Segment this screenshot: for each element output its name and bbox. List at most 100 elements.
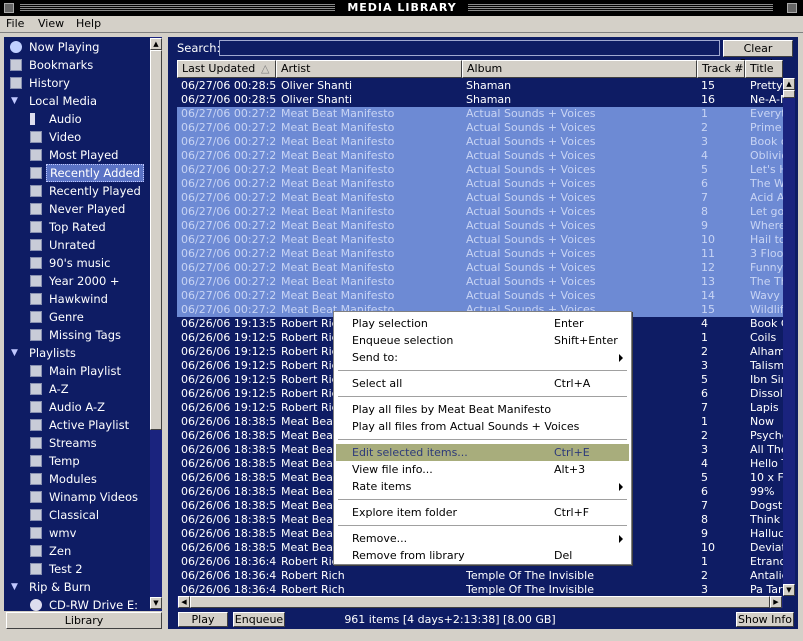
column-header-artist[interactable]: Artist [276, 60, 462, 78]
tree-item[interactable]: Streams [4, 434, 150, 452]
tree-scrollbar[interactable]: ▲ ▼ [150, 37, 162, 611]
tree-item[interactable]: Classical [4, 506, 150, 524]
expand-toggle-icon[interactable]: ▼ [11, 344, 18, 362]
table-row[interactable]: 06/27/06 00:27:20 Meat Beat Manifesto Actu… [177, 149, 783, 163]
context-menu-item[interactable]: Play all files by Meat Beat Manifesto [336, 401, 629, 418]
table-row[interactable]: 06/27/06 00:27:20 Meat Beat Manifesto Actu… [177, 261, 783, 275]
scroll-down-icon[interactable]: ▼ [150, 597, 162, 609]
table-row[interactable]: 06/27/06 00:28:50 Oliver Shanti Shaman 15 Pr… [177, 79, 783, 93]
tree-item[interactable]: 90's music [4, 254, 150, 272]
search-input[interactable] [219, 40, 720, 56]
clear-search-button[interactable]: Clear Search [723, 40, 793, 70]
tree-item-label: Streams [49, 436, 97, 450]
tree-item[interactable]: Top Rated [4, 218, 150, 236]
table-row[interactable]: 06/27/06 00:27:20 Meat Beat Manifesto Actu… [177, 205, 783, 219]
tree-item[interactable]: Test 2 [4, 560, 150, 578]
table-row[interactable]: 06/27/06 00:27:20 Meat Beat Manifesto Actu… [177, 177, 783, 191]
context-menu-item[interactable]: Play selection Enter [336, 315, 629, 332]
context-menu-item[interactable]: Select all Ctrl+A [336, 375, 629, 392]
table-row[interactable]: 06/27/06 00:27:20 Meat Beat Manifesto Actu… [177, 135, 783, 149]
context-menu-item[interactable]: Remove... [336, 530, 629, 547]
tree-item[interactable]: Bookmarks [4, 56, 150, 74]
table-row[interactable]: 06/27/06 00:27:20 Meat Beat Manifesto Actu… [177, 233, 783, 247]
table-row[interactable]: 06/27/06 00:27:20 Meat Beat Manifesto Actu… [177, 191, 783, 205]
expand-toggle-icon[interactable]: ▼ [11, 578, 18, 596]
scroll-up-icon[interactable]: ▲ [150, 38, 162, 50]
tree-item[interactable]: Unrated [4, 236, 150, 254]
tree-item[interactable]: Most Played [4, 146, 150, 164]
context-menu-item[interactable]: Remove from library Del [336, 547, 629, 564]
playlist-icon [30, 311, 42, 323]
tree-item[interactable]: A-Z [4, 380, 150, 398]
tree-item[interactable]: Main Playlist [4, 362, 150, 380]
show-info-button[interactable]: Show Info [736, 612, 794, 627]
context-menu-item[interactable]: Explore item folder Ctrl+F [336, 504, 629, 521]
table-row[interactable]: 06/27/06 00:27:20 Meat Beat Manifesto Actu… [177, 163, 783, 177]
scroll-right-icon[interactable]: ▶ [770, 596, 782, 608]
tree-item[interactable]: Year 2000 + [4, 272, 150, 290]
column-header-last-updated[interactable]: Last Updated △ [177, 60, 276, 78]
table-row[interactable]: 06/27/06 00:27:20 Meat Beat Manifesto Actu… [177, 107, 783, 121]
scroll-down-icon[interactable]: ▼ [783, 584, 795, 596]
tree-item[interactable]: Winamp Videos [4, 488, 150, 506]
tree-item[interactable]: History [4, 74, 150, 92]
context-menu-item[interactable]: View file info... Alt+3 [336, 461, 629, 478]
table-row[interactable]: 06/27/06 00:27:20 Meat Beat Manifesto Actu… [177, 275, 783, 289]
tree-item[interactable]: Modules [4, 470, 150, 488]
expand-toggle-icon[interactable]: ▼ [11, 92, 18, 110]
tree-item[interactable]: Zen [4, 542, 150, 560]
library-button[interactable]: Library [6, 612, 162, 629]
tree-item[interactable]: Active Playlist [4, 416, 150, 434]
table-row[interactable]: 06/26/06 18:36:43 Robert Rich Temple Of Th… [177, 583, 783, 596]
menu-help[interactable]: Help [76, 17, 101, 30]
table-cell: 3 [701, 443, 708, 456]
tree-item[interactable]: ▼ Playlists [4, 344, 150, 362]
scroll-thumb[interactable] [150, 50, 162, 430]
window-menu-icon[interactable] [4, 3, 14, 13]
tree-item[interactable]: Recently Added [4, 164, 150, 182]
tree-item[interactable]: Hawkwind [4, 290, 150, 308]
table-row[interactable]: 06/27/06 00:27:20 Meat Beat Manifesto Actu… [177, 247, 783, 261]
column-header-album[interactable]: Album [462, 60, 697, 78]
table-cell: Book o [750, 135, 783, 148]
tree-item[interactable]: Now Playing [4, 38, 150, 56]
tree-item[interactable]: Video [4, 128, 150, 146]
list-horizontal-scrollbar[interactable]: ◀ ▶ [177, 596, 783, 608]
menu-view[interactable]: View [38, 17, 64, 30]
context-menu-item[interactable]: Enqueue selection Shift+Enter [336, 332, 629, 349]
table-cell: 06/27/06 00:27:20 [181, 149, 277, 162]
column-header-title[interactable]: Title [745, 60, 783, 78]
title-bar[interactable]: MEDIA LIBRARY [0, 0, 803, 16]
tree-item[interactable]: CD-RW Drive E: [4, 596, 150, 611]
tree-item-label: CD-RW Drive E: [49, 598, 139, 611]
context-menu-item[interactable]: Play all files from Actual Sounds + Voic… [336, 418, 629, 435]
tree-item[interactable]: Missing Tags [4, 326, 150, 344]
tree-item[interactable]: Temp [4, 452, 150, 470]
scroll-thumb[interactable] [783, 90, 795, 98]
table-row[interactable]: 06/27/06 00:28:50 Oliver Shanti Shaman 16 Ne… [177, 93, 783, 107]
tree-item[interactable]: Audio [4, 110, 150, 128]
context-menu-item[interactable]: Edit selected items... Ctrl+E [336, 444, 629, 461]
tree-item[interactable]: ▼ Rip & Burn [4, 578, 150, 596]
context-menu-item[interactable]: Send to: [336, 349, 629, 366]
close-icon[interactable] [787, 3, 797, 13]
enqueue-button[interactable]: Enqueue [233, 612, 285, 627]
tree-item[interactable]: wmv [4, 524, 150, 542]
tree-item[interactable]: ▼ Local Media [4, 92, 150, 110]
scroll-thumb[interactable] [190, 596, 770, 608]
play-button[interactable]: Play [178, 612, 228, 627]
list-vertical-scrollbar[interactable]: ▲ ▼ [783, 78, 795, 596]
tree-item[interactable]: Genre [4, 308, 150, 326]
context-menu-item[interactable]: Rate items [336, 478, 629, 495]
menu-file[interactable]: File [6, 17, 24, 30]
tree-item[interactable]: Audio A-Z [4, 398, 150, 416]
scroll-left-icon[interactable]: ◀ [178, 596, 190, 608]
table-row[interactable]: 06/27/06 00:27:20 Meat Beat Manifesto Actu… [177, 289, 783, 303]
table-row[interactable]: 06/27/06 00:27:20 Meat Beat Manifesto Actu… [177, 121, 783, 135]
tree-item[interactable]: Recently Played [4, 182, 150, 200]
column-header-track[interactable]: Track # [697, 60, 745, 78]
tree-item[interactable]: Never Played [4, 200, 150, 218]
scroll-up-icon[interactable]: ▲ [783, 78, 795, 90]
table-row[interactable]: 06/26/06 18:36:43 Robert Rich Temple Of Th… [177, 569, 783, 583]
table-row[interactable]: 06/27/06 00:27:20 Meat Beat Manifesto Actu… [177, 219, 783, 233]
